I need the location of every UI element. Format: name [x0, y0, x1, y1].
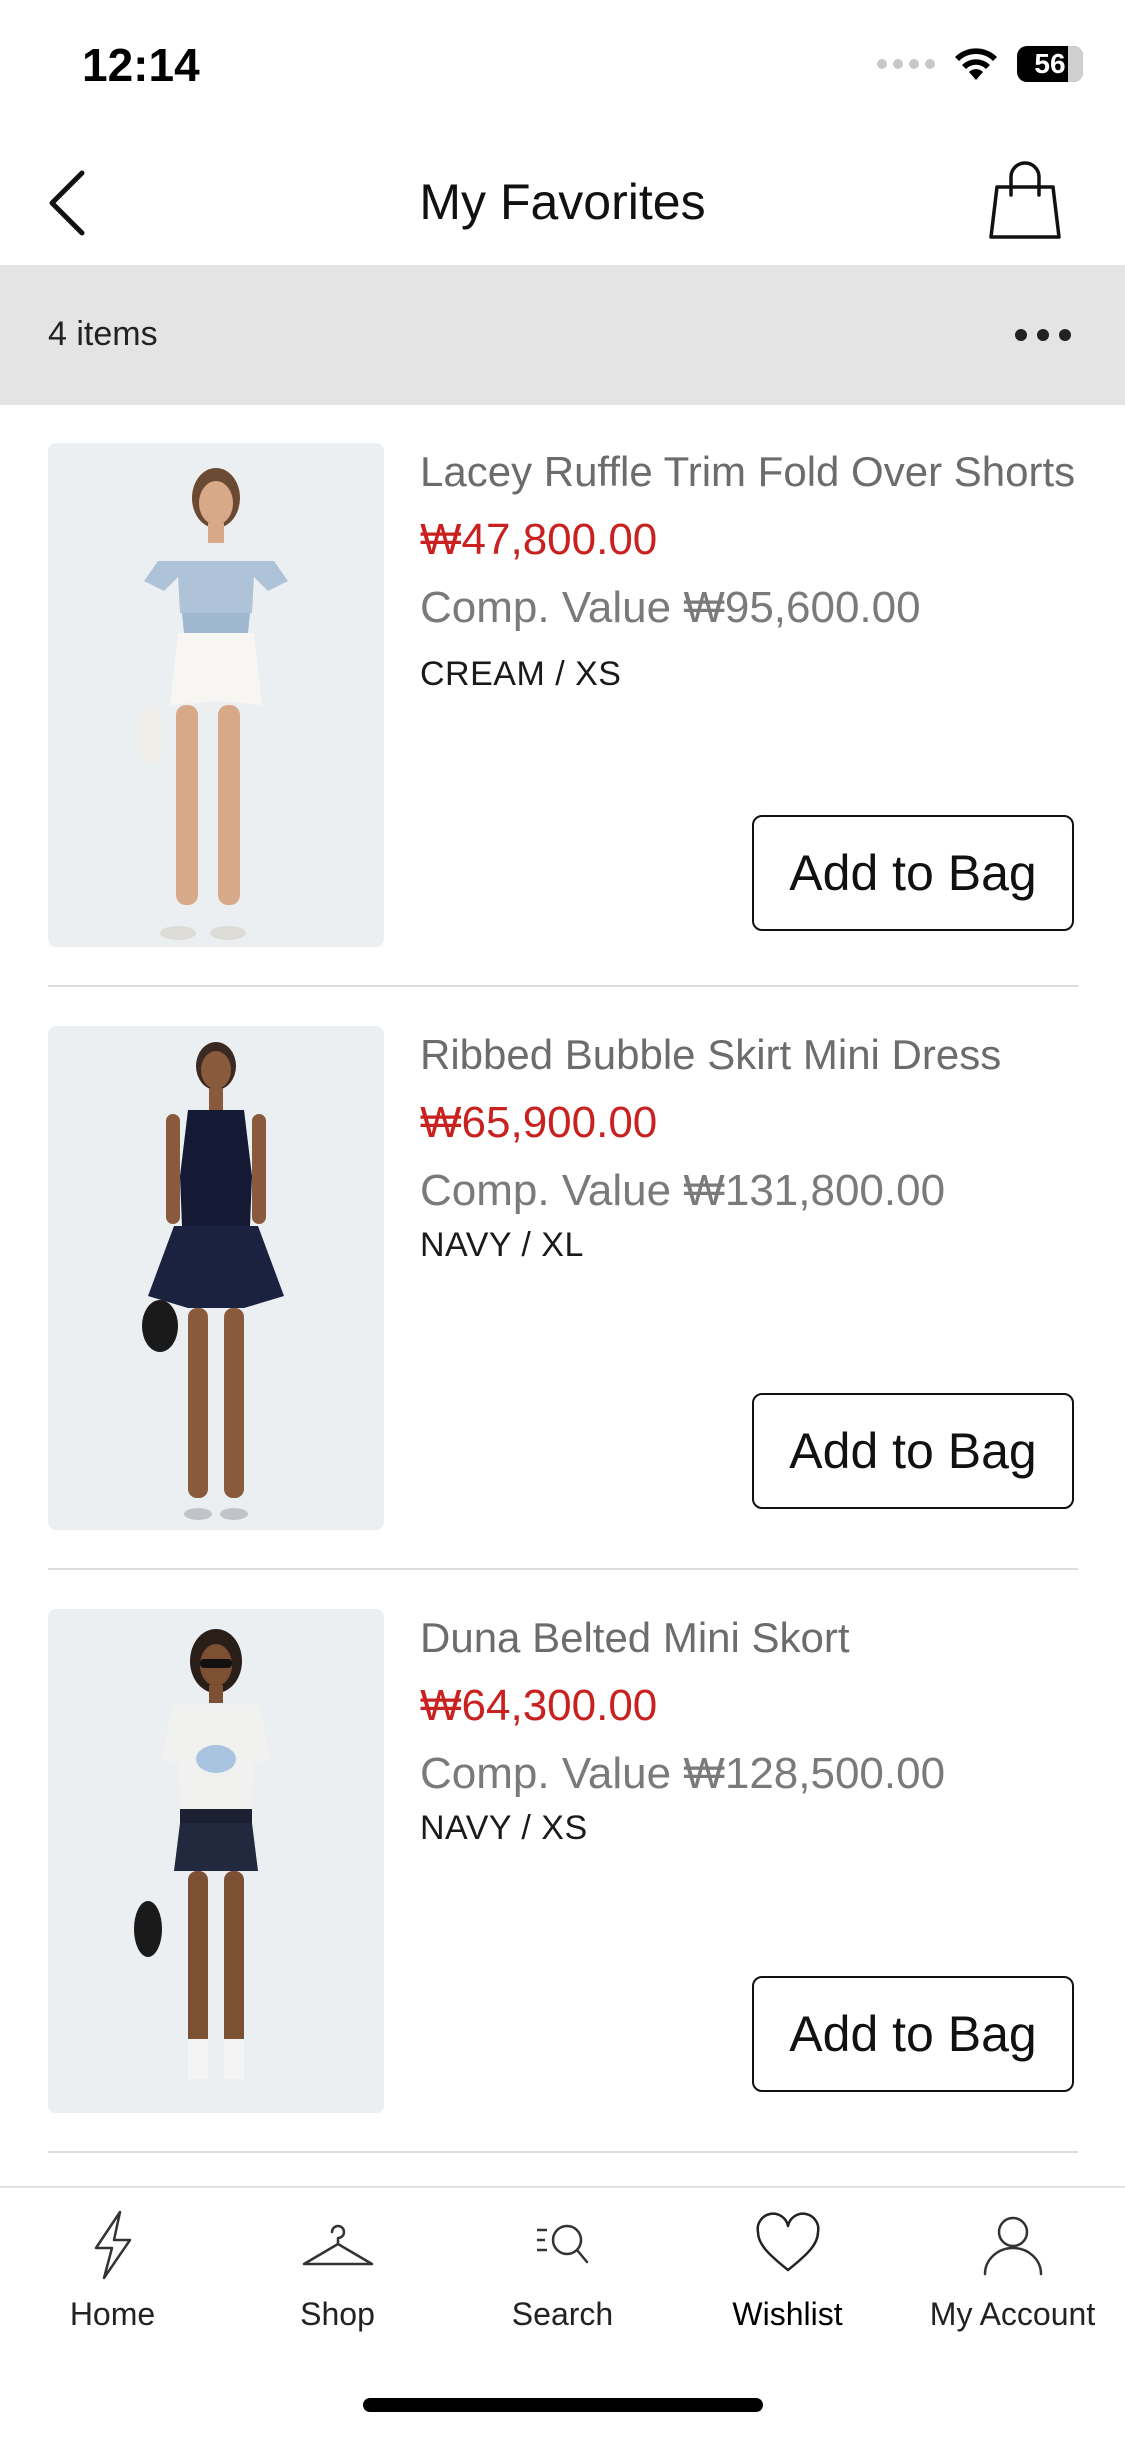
product-name[interactable]: Ribbed Bubble Skirt Mini Dress: [420, 1028, 1080, 1081]
search-list-icon: [536, 2224, 588, 2264]
variant-label: NAVY / XL: [420, 1226, 584, 1264]
sale-price: ₩64,300.00: [420, 1681, 658, 1730]
model-photo: [142, 1042, 284, 1520]
tab-wishlist-label: Wishlist: [732, 2296, 843, 2332]
status-icons: 56: [877, 46, 1083, 82]
product-name[interactable]: Lacey Ruffle Trim Fold Over Shorts: [420, 445, 1080, 498]
item-divider: [48, 985, 1078, 987]
lightning-icon: [94, 2210, 131, 2280]
variant-label: CREAM / XS: [420, 655, 622, 693]
tab-my-account-label: My Account: [929, 2296, 1096, 2332]
favorites-count-bar: 4 items: [0, 265, 1125, 405]
add-to-bag-button[interactable]: Add to Bag: [752, 1393, 1074, 1509]
sale-price: ₩47,800.00: [420, 515, 658, 564]
battery-level: 56: [1034, 48, 1066, 79]
sale-price: ₩65,900.00: [420, 1098, 658, 1147]
favorite-item: Ribbed Bubble Skirt Mini Dress ₩65,900.0…: [0, 988, 1125, 1571]
user-icon: [983, 2216, 1042, 2276]
product-name[interactable]: Duna Belted Mini Skort: [420, 1611, 1080, 1664]
status-bar: 12:14 56: [0, 0, 1125, 135]
status-time: 12:14: [82, 39, 200, 91]
product-image[interactable]: [48, 1609, 384, 2113]
tab-home[interactable]: Home: [0, 2208, 225, 2358]
cellular-signal-icon: [877, 59, 935, 69]
compare-value: Comp. Value ₩128,500.00: [420, 1749, 946, 1798]
tab-my-account[interactable]: My Account: [900, 2208, 1125, 2358]
tab-shop-label: Shop: [300, 2296, 375, 2332]
product-image[interactable]: [48, 1026, 384, 1530]
nav-header: My Favorites: [0, 135, 1125, 265]
shopping-bag-icon: [989, 161, 1061, 239]
favorite-item: Duna Belted Mini Skort ₩64,300.00 Comp. …: [0, 1571, 1125, 2154]
favorite-item: Lacey Ruffle Trim Fold Over Shorts ₩47,8…: [0, 405, 1125, 988]
more-icon: [1015, 329, 1027, 341]
item-count: 4 items: [48, 315, 158, 353]
model-photo: [140, 468, 288, 940]
item-divider: [48, 2151, 1078, 2153]
product-image[interactable]: [48, 443, 384, 947]
model-photo: [134, 1629, 270, 2079]
tab-search-label: Search: [511, 2296, 614, 2332]
tab-wishlist[interactable]: Wishlist: [675, 2208, 900, 2358]
wifi-icon: [955, 48, 997, 80]
add-to-bag-button[interactable]: Add to Bag: [752, 1976, 1074, 2092]
heart-icon: [755, 2212, 820, 2272]
compare-value: Comp. Value ₩95,600.00: [420, 583, 921, 632]
compare-value: Comp. Value ₩131,800.00: [420, 1166, 946, 1215]
tab-search[interactable]: Search: [450, 2208, 675, 2358]
tab-home-label: Home: [69, 2296, 156, 2332]
item-divider: [48, 1568, 1078, 1570]
more-options-button[interactable]: [1015, 317, 1075, 353]
battery-icon: 56: [1017, 46, 1083, 82]
home-indicator[interactable]: [363, 2398, 763, 2412]
hanger-icon: [302, 2224, 373, 2266]
variant-label: NAVY / XS: [420, 1809, 588, 1847]
add-to-bag-button[interactable]: Add to Bag: [752, 815, 1074, 931]
page-title: My Favorites: [419, 174, 706, 230]
cart-button[interactable]: [985, 157, 1065, 241]
tab-shop[interactable]: Shop: [225, 2208, 450, 2358]
